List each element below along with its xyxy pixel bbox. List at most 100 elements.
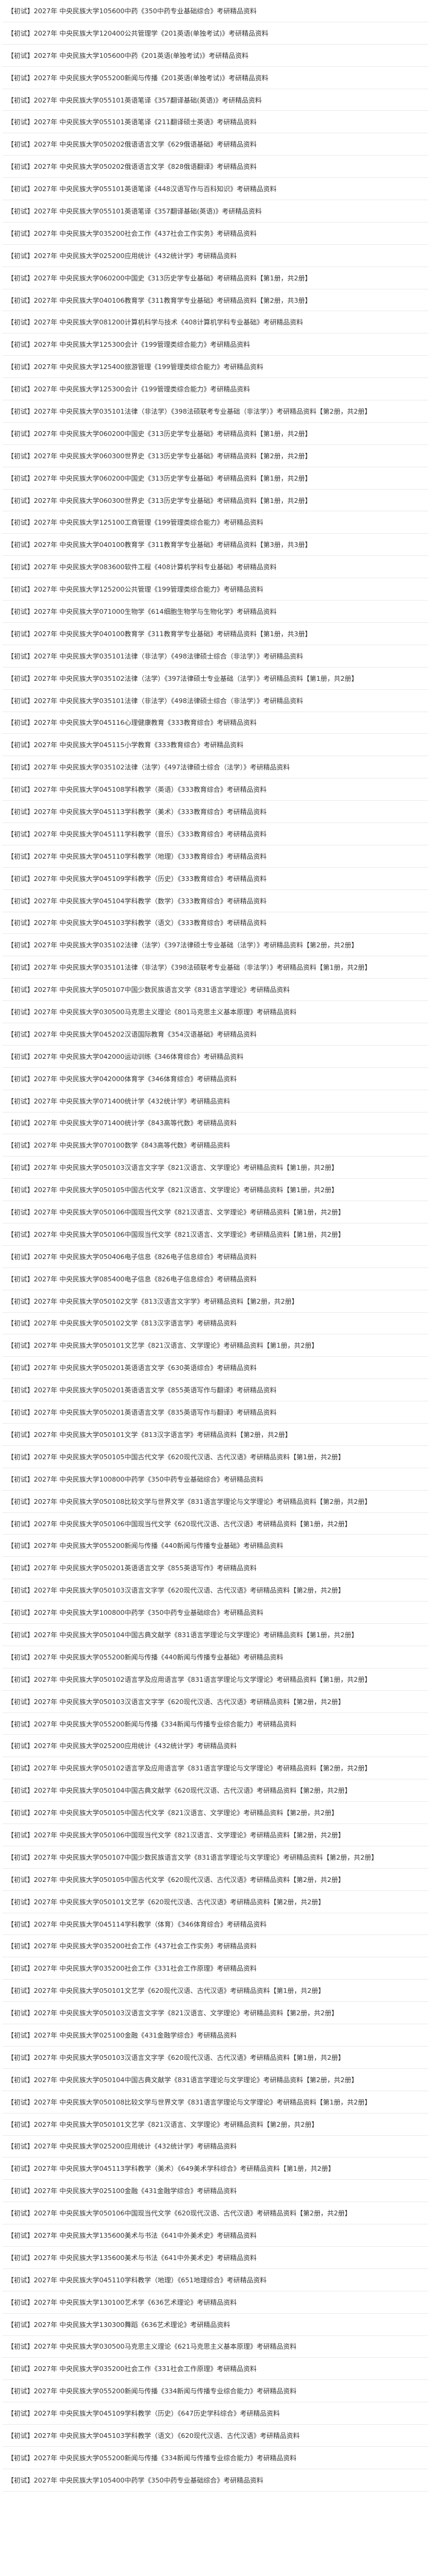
list-item[interactable]: 【初试】2027年 中央民族大学050201英语语言文学《855英语写作与翻译》… xyxy=(2,1379,428,1402)
list-item[interactable]: 【初试】2027年 中央民族大学050105中国古代文学《620现代汉语、古代汉… xyxy=(2,1869,428,1891)
list-item[interactable]: 【初试】2027年 中央民族大学035102法律（法学）《497法律硕士综合（法… xyxy=(2,756,428,779)
list-item[interactable]: 【初试】2027年 中央民族大学035200社会工作《437社会工作实务》考研精… xyxy=(2,223,428,245)
list-item[interactable]: 【初试】2027年 中央民族大学050103汉语言文字学《620现代汉语、古代汉… xyxy=(2,2047,428,2069)
list-item[interactable]: 【初试】2027年 中央民族大学135600美术与书法《641中外美术史》考研精… xyxy=(2,2247,428,2269)
list-item[interactable]: 【初试】2027年 中央民族大学025200应用统计《432统计学》考研精品资料 xyxy=(2,2136,428,2158)
list-item[interactable]: 【初试】2027年 中央民族大学085400电子信息《826电子信息综合》考研精… xyxy=(2,1268,428,1290)
list-item[interactable]: 【初试】2027年 中央民族大学105600中药《201英语(单独考试)》考研精… xyxy=(2,45,428,67)
list-item[interactable]: 【初试】2027年 中央民族大学050108比较文学与世界文学《831语言学理论… xyxy=(2,2091,428,2114)
list-item[interactable]: 【初试】2027年 中央民族大学050107中国少数民族语言文学《831语言学理… xyxy=(2,979,428,1002)
list-item[interactable]: 【初试】2027年 中央民族大学125200公共管理《199管理类综合能力》考研… xyxy=(2,578,428,601)
list-item[interactable]: 【初试】2027年 中央民族大学055200新闻与传播《334新闻与传播专业综合… xyxy=(2,1713,428,1735)
list-item[interactable]: 【初试】2027年 中央民族大学035101法律（非法学）《498法律硕士综合（… xyxy=(2,690,428,712)
list-item[interactable]: 【初试】2027年 中央民族大学060200中国史《313历史学专业基础》考研精… xyxy=(2,267,428,289)
list-item[interactable]: 【初试】2027年 中央民族大学060200中国史《313历史学专业基础》考研精… xyxy=(2,423,428,445)
list-item[interactable]: 【初试】2027年 中央民族大学050201英语语言文学《630英语综合》考研精… xyxy=(2,1357,428,1380)
list-item[interactable]: 【初试】2027年 中央民族大学050104中国古典文献学《620现代汉语、古代… xyxy=(2,1779,428,1802)
list-item[interactable]: 【初试】2027年 中央民族大学035200社会工作《437社会工作实务》考研精… xyxy=(2,1935,428,1958)
list-item[interactable]: 【初试】2027年 中央民族大学045109学科教学（历史）《647历史学科综合… xyxy=(2,2402,428,2425)
list-item[interactable]: 【初试】2027年 中央民族大学050106中国现当代文学《620现代汉语、古代… xyxy=(2,1513,428,1535)
list-item[interactable]: 【初试】2027年 中央民族大学050106中国现当代文学《821汉语言、文学理… xyxy=(2,1201,428,1223)
list-item[interactable]: 【初试】2027年 中央民族大学050406电子信息《826电子信息综合》考研精… xyxy=(2,1246,428,1268)
list-item[interactable]: 【初试】2027年 中央民族大学071400统计学《843高等代数》考研精品资料 xyxy=(2,1113,428,1135)
list-item[interactable]: 【初试】2027年 中央民族大学035200社会工作《331社会工作原理》考研精… xyxy=(2,2358,428,2381)
list-item[interactable]: 【初试】2027年 中央民族大学045103学科教学（语文）《333教育综合》考… xyxy=(2,912,428,935)
list-item[interactable]: 【初试】2027年 中央民族大学055200新闻与传播《334新闻与传播专业综合… xyxy=(2,2447,428,2469)
list-item[interactable]: 【初试】2027年 中央民族大学030500马克思主义理论《801马克思主义基本… xyxy=(2,1001,428,1023)
list-item[interactable]: 【初试】2027年 中央民族大学045104学科教学（数学）《333教育综合》考… xyxy=(2,890,428,912)
list-item[interactable]: 【初试】2027年 中央民族大学030500马克思主义理论《621马克思主义基本… xyxy=(2,2336,428,2358)
list-item[interactable]: 【初试】2027年 中央民族大学050106中国现当代文学《821汉语言、文学理… xyxy=(2,1824,428,1846)
list-item[interactable]: 【初试】2027年 中央民族大学050104中国古典文献学《831语言学理论与文… xyxy=(2,2069,428,2091)
list-item[interactable]: 【初试】2027年 中央民族大学125400旅游管理《199管理类综合能力》考研… xyxy=(2,356,428,379)
list-item[interactable]: 【初试】2027年 中央民族大学045113学科教学（美术）《649美术学科综合… xyxy=(2,2158,428,2180)
list-item[interactable]: 【初试】2027年 中央民族大学050105中国古代文学《821汉语言、文学理论… xyxy=(2,1179,428,1202)
list-item[interactable]: 【初试】2027年 中央民族大学050103汉语言文字学《821汉语言、文学理论… xyxy=(2,2002,428,2025)
list-item[interactable]: 【初试】2027年 中央民族大学070100数学《843高等代数》考研精品资料 xyxy=(2,1134,428,1157)
list-item[interactable]: 【初试】2027年 中央民族大学055200新闻与传播《440新闻与传播专业基础… xyxy=(2,1535,428,1558)
list-item[interactable]: 【初试】2027年 中央民族大学045111学科教学（音乐）《333教育综合》考… xyxy=(2,823,428,845)
list-item[interactable]: 【初试】2027年 中央民族大学125100工商管理《199管理类综合能力》考研… xyxy=(2,511,428,534)
list-item[interactable]: 【初试】2027年 中央民族大学105400中药学《350中药专业基础综合》考研… xyxy=(2,2469,428,2492)
list-item[interactable]: 【初试】2027年 中央民族大学060200中国史《313历史学专业基础》考研精… xyxy=(2,467,428,490)
list-item[interactable]: 【初试】2027年 中央民族大学135600美术与书法《641中外美术史》考研精… xyxy=(2,2224,428,2247)
list-item[interactable]: 【初试】2027年 中央民族大学035200社会工作《331社会工作原理》考研精… xyxy=(2,1957,428,1980)
list-item[interactable]: 【初试】2027年 中央民族大学050201英语语言文学《835英语写作与翻译》… xyxy=(2,1401,428,1424)
list-item[interactable]: 【初试】2027年 中央民族大学125300会计《199管理类综合能力》考研精品… xyxy=(2,333,428,356)
list-item[interactable]: 【初试】2027年 中央民族大学045110学科教学（地理）《651地理综合》考… xyxy=(2,2269,428,2291)
list-item[interactable]: 【初试】2027年 中央民族大学045202汉语国际教育《354汉语基础》考研精… xyxy=(2,1023,428,1046)
list-item[interactable]: 【初试】2027年 中央民族大学125300会计《199管理类综合能力》考研精品… xyxy=(2,378,428,401)
list-item[interactable]: 【初试】2027年 中央民族大学055200新闻与传播《201英语(单独考试)》… xyxy=(2,67,428,89)
list-item[interactable]: 【初试】2027年 中央民族大学040100教育学《311教育学专业基础》考研精… xyxy=(2,623,428,645)
list-item[interactable]: 【初试】2027年 中央民族大学035102法律（法学）《397法律硕士专业基础… xyxy=(2,668,428,690)
list-item[interactable]: 【初试】2027年 中央民族大学071400统计学《432统计学》考研精品资料 xyxy=(2,1090,428,1113)
list-item[interactable]: 【初试】2027年 中央民族大学050101文艺学《620现代汉语、古代汉语》考… xyxy=(2,1980,428,2003)
list-item[interactable]: 【初试】2027年 中央民族大学050102文学《813汉字语言学》考研精品资料 xyxy=(2,1313,428,1335)
list-item[interactable]: 【初试】2027年 中央民族大学083600软件工程《408计算机学科专业基础》… xyxy=(2,556,428,579)
list-item[interactable]: 【初试】2027年 中央民族大学050107中国少数民族语言文学《831语言学理… xyxy=(2,1846,428,1869)
list-item[interactable]: 【初试】2027年 中央民族大学045116心理健康教育《333教育综合》考研精… xyxy=(2,712,428,734)
list-item[interactable]: 【初试】2027年 中央民族大学100800中药学《350中药专业基础综合》考研… xyxy=(2,1468,428,1491)
list-item[interactable]: 【初试】2027年 中央民族大学100800中药学《350中药专业基础综合》考研… xyxy=(2,1602,428,1624)
list-item[interactable]: 【初试】2027年 中央民族大学025100金融《431金融学综合》考研精品资料 xyxy=(2,2180,428,2203)
list-item[interactable]: 【初试】2027年 中央民族大学045114学科教学（体育）《346体育综合》考… xyxy=(2,1913,428,1936)
list-item[interactable]: 【初试】2027年 中央民族大学060300世界史《313历史学专业基础》考研精… xyxy=(2,445,428,467)
list-item[interactable]: 【初试】2027年 中央民族大学025200应用统计《432统计学》考研精品资料 xyxy=(2,245,428,267)
list-item[interactable]: 【初试】2027年 中央民族大学042000运动训练《346体育综合》考研精品资… xyxy=(2,1046,428,1068)
list-item[interactable]: 【初试】2027年 中央民族大学050103汉语言文字学《620现代汉语、古代汉… xyxy=(2,1691,428,1713)
list-item[interactable]: 【初试】2027年 中央民族大学035101法律（非法学）《398法硕联考专业基… xyxy=(2,956,428,979)
list-item[interactable]: 【初试】2027年 中央民族大学042000体育学《346体育综合》考研精品资料 xyxy=(2,1068,428,1090)
list-item[interactable]: 【初试】2027年 中央民族大学050105中国古代文学《620现代汉语、古代汉… xyxy=(2,1446,428,1468)
list-item[interactable]: 【初试】2027年 中央民族大学040100教育学《311教育学专业基础》考研精… xyxy=(2,534,428,557)
list-item[interactable]: 【初试】2027年 中央民族大学050105中国古代文学《821汉语言、文学理论… xyxy=(2,1802,428,1825)
list-item[interactable]: 【初试】2027年 中央民族大学130300舞蹈《636艺术理论》考研精品资料 xyxy=(2,2314,428,2336)
list-item[interactable]: 【初试】2027年 中央民族大学040106教育学《311教育学专业基础》考研精… xyxy=(2,289,428,312)
list-item[interactable]: 【初试】2027年 中央民族大学045110学科教学（地理）《333教育综合》考… xyxy=(2,845,428,868)
list-item[interactable]: 【初试】2027年 中央民族大学055200新闻与传播《440新闻与传播专业基础… xyxy=(2,1646,428,1668)
list-item[interactable]: 【初试】2027年 中央民族大学050102语言学及应用语言学《831语言学理论… xyxy=(2,1668,428,1691)
list-item[interactable]: 【初试】2027年 中央民族大学055101英语笔译《357翻译基础(英语)》考… xyxy=(2,200,428,223)
list-item[interactable]: 【初试】2027年 中央民族大学035102法律（法学）《397法律硕士专业基础… xyxy=(2,934,428,957)
list-item[interactable]: 【初试】2027年 中央民族大学130100艺术学《636艺术理论》考研精品资料 xyxy=(2,2291,428,2314)
list-item[interactable]: 【初试】2027年 中央民族大学120400公共管理学《201英语(单独考试)》… xyxy=(2,22,428,45)
list-item[interactable]: 【初试】2027年 中央民族大学025200应用统计《432统计学》考研精品资料 xyxy=(2,1735,428,1758)
list-item[interactable]: 【初试】2027年 中央民族大学060300世界史《313历史学专业基础》考研精… xyxy=(2,490,428,512)
list-item[interactable]: 【初试】2027年 中央民族大学045115小学教育《333教育综合》考研精品资… xyxy=(2,734,428,757)
list-item[interactable]: 【初试】2027年 中央民族大学050104中国古典文献学《831语言学理论与文… xyxy=(2,1624,428,1646)
list-item[interactable]: 【初试】2027年 中央民族大学050106中国现当代文学《821汉语言、文学理… xyxy=(2,1223,428,1246)
list-item[interactable]: 【初试】2027年 中央民族大学050103汉语言文字学《620现代汉语、古代汉… xyxy=(2,1579,428,1602)
list-item[interactable]: 【初试】2027年 中央民族大学055200新闻与传播《334新闻与传播专业综合… xyxy=(2,2380,428,2403)
list-item[interactable]: 【初试】2027年 中央民族大学050201英语语言文学《855英语写作》考研精… xyxy=(2,1557,428,1580)
list-item[interactable]: 【初试】2027年 中央民族大学081200计算机科学与技术《408计算机学科专… xyxy=(2,311,428,334)
list-item[interactable]: 【初试】2027年 中央民族大学050101文艺学《821汉语言、文学理论》考研… xyxy=(2,1334,428,1357)
list-item[interactable]: 【初试】2027年 中央民族大学050102文学《813汉语言文字学》考研精品资… xyxy=(2,1290,428,1313)
list-item[interactable]: 【初试】2027年 中央民族大学050108比较文学与世界文学《831语言学理论… xyxy=(2,1491,428,1513)
list-item[interactable]: 【初试】2027年 中央民族大学050101文学《813汉字语言学》考研精品资料… xyxy=(2,1424,428,1446)
list-item[interactable]: 【初试】2027年 中央民族大学050102语言学及应用语言学《831语言学理论… xyxy=(2,1757,428,1780)
list-item[interactable]: 【初试】2027年 中央民族大学050103汉语言文字学《821汉语言、文学理论… xyxy=(2,1157,428,1179)
list-item[interactable]: 【初试】2027年 中央民族大学035101法律（非法学）《498法律硕士综合（… xyxy=(2,645,428,668)
list-item[interactable]: 【初试】2027年 中央民族大学055101英语笔译《448汉语写作与百科知识》… xyxy=(2,178,428,201)
list-item[interactable]: 【初试】2027年 中央民族大学071000生物学《614细胞生物学与生物化学》… xyxy=(2,601,428,623)
list-item[interactable]: 【初试】2027年 中央民族大学045113学科教学（美术）《333教育综合》考… xyxy=(2,801,428,823)
list-item[interactable]: 【初试】2027年 中央民族大学050202俄语语言文学《629俄语基础》考研精… xyxy=(2,133,428,156)
